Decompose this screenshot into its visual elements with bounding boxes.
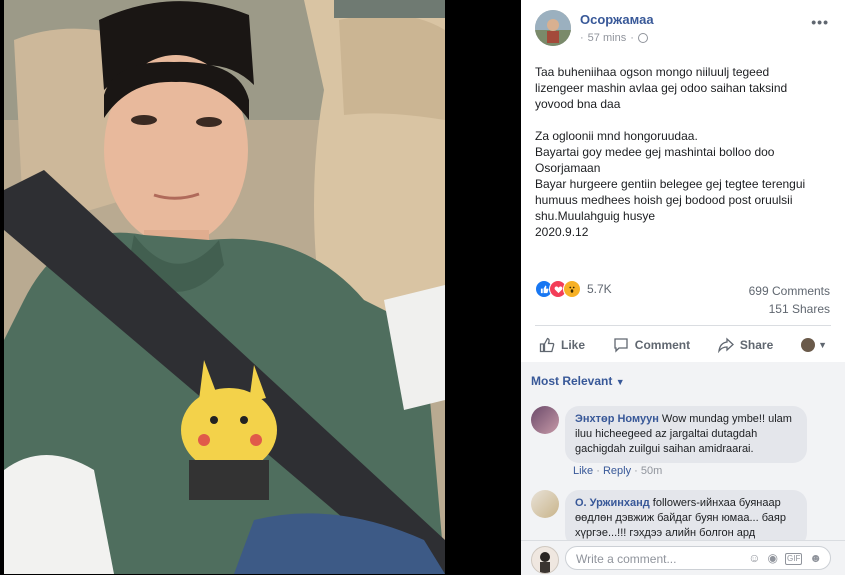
engagement-counts: 699 Comments 151 Shares [749,282,830,318]
comment-item: Энхтөр Номуун Wow mundag ymbe!! ulam ilu… [531,406,807,463]
sort-dropdown[interactable]: Most Relevant ▼ [531,374,625,388]
wow-reaction-icon [563,280,581,298]
meta-separator: · [580,32,584,44]
post-meta: · 57 mins · [580,32,648,44]
post-time[interactable]: 57 mins [588,32,627,44]
like-button[interactable]: Like [535,337,589,353]
reaction-count: 5.7K [587,282,612,296]
selfie-illustration [4,0,445,574]
gif-icon[interactable]: GIF [785,553,803,565]
share-label: Share [739,338,774,352]
audience-selector[interactable]: ▼ [797,338,831,352]
sticker-icon[interactable]: ☻ [809,551,822,565]
user-avatar-image [540,552,550,573]
comment-bubble-icon [614,338,628,353]
post-header: Осоржамаа · 57 mins · ••• [535,10,835,50]
comments-area: Most Relevant ▼ Энхтөр Номуун Wow mundag… [521,362,845,540]
commenter-name-2[interactable]: О. Уржинханд [575,497,650,509]
like-label: Like [561,338,586,352]
shares-count[interactable]: 151 Shares [749,300,830,318]
commenter-avatar-2[interactable] [531,490,559,518]
author-avatar[interactable] [535,10,571,46]
comment-label: Comment [634,338,691,352]
more-options-icon[interactable]: ••• [811,14,829,30]
reactions-summary[interactable]: 5.7K [535,280,612,298]
share-button[interactable]: Share [714,337,777,353]
dot-separator-2: · [634,465,638,477]
composer-icons: ☺ ◉ GIF ☻ [748,551,822,565]
commenter-name[interactable]: Энхтөр Номуун [575,413,659,425]
comment-actions: Like · Reply · 50m [573,465,662,477]
globe-icon [637,33,648,43]
post-panel: Осоржамаа · 57 mins · ••• Taa buheniihaa… [521,0,845,575]
sort-label: Most Relevant [531,374,613,388]
dot-separator: · [596,465,600,477]
action-bar: Like Comment Share ▼ [535,330,831,360]
profile-avatar-mini [801,338,816,352]
commenter-avatar[interactable] [531,406,559,434]
divider [535,325,831,326]
thumb-up-icon [540,284,549,293]
caret-down-icon: ▼ [818,340,827,350]
heart-icon [554,285,562,293]
comments-count[interactable]: 699 Comments [749,282,830,300]
comment-bubble: Энхтөр Номуун Wow mundag ymbe!! ulam ilu… [565,406,807,463]
comment-input-placeholder: Write a comment... [576,552,677,566]
avatar-image [535,10,571,46]
photo-viewer [0,0,521,574]
comment-bubble-2: О. Уржинханд followers-ийнхаа буянаар өө… [565,490,807,540]
comment-reply-link[interactable]: Reply [603,465,631,477]
meta-separator-2: · [630,32,634,44]
post-photo[interactable] [4,0,445,574]
sort-caret-icon: ▼ [615,377,625,387]
share-arrow-icon [718,337,734,353]
current-user-avatar [531,546,559,574]
author-name[interactable]: Осоржамаа [580,12,654,27]
comment-input[interactable]: Write a comment... ☺ ◉ GIF ☻ [565,546,831,570]
emoji-icon[interactable]: ☺ [748,551,760,565]
camera-icon[interactable]: ◉ [768,551,778,565]
comment-like-link[interactable]: Like [573,465,593,477]
post-text: Taa buheniihaa ogson mongo niiluulj tege… [535,65,806,239]
thumbs-up-icon [539,337,555,353]
comment-time[interactable]: 50m [641,465,662,477]
comment-item-2: О. Уржинханд followers-ийнхаа буянаар өө… [531,490,807,540]
wow-face-icon [569,286,575,293]
comment-button[interactable]: Comment [609,337,694,353]
comment-composer: Write a comment... ☺ ◉ GIF ☻ [521,540,845,575]
